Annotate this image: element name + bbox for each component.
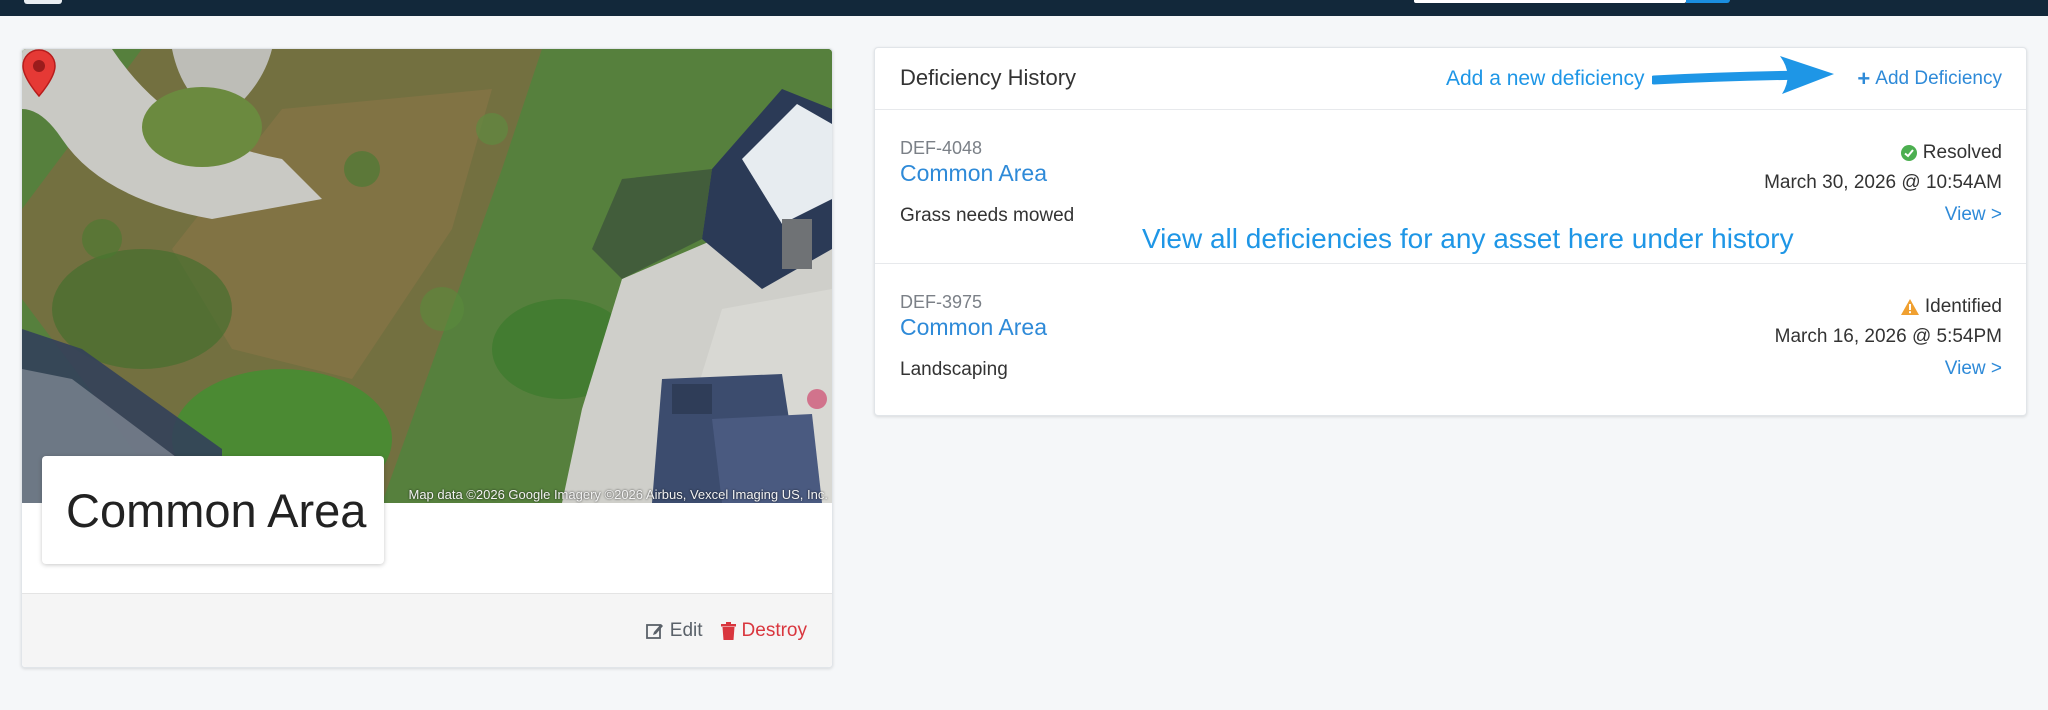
asset-card-footer: Edit Destroy <box>22 593 832 667</box>
edit-label: Edit <box>669 620 703 641</box>
menu-toggle-button[interactable] <box>24 0 62 4</box>
destroy-button[interactable]: Destroy <box>720 620 807 642</box>
status-badge: Identified <box>1900 296 2002 318</box>
status-label: Identified <box>1924 296 2002 317</box>
top-navbar <box>0 0 2048 16</box>
map-marker-icon[interactable] <box>22 49 56 97</box>
status-badge: Resolved <box>1900 142 2002 164</box>
search-input[interactable] <box>1414 0 1686 3</box>
plus-icon: + <box>1857 66 1871 91</box>
search-button[interactable] <box>1686 0 1730 3</box>
satellite-imagery <box>22 49 832 503</box>
asset-actions: Edit Destroy <box>645 620 807 642</box>
annotation-add-text: Add a new deficiency <box>1446 67 1645 90</box>
edit-button[interactable]: Edit <box>645 620 703 642</box>
destroy-label: Destroy <box>741 620 807 641</box>
edit-icon <box>645 624 663 639</box>
trash-icon <box>720 622 736 640</box>
deficiency-date: March 16, 2026 @ 5:54PM <box>1774 326 2002 347</box>
satellite-map[interactable]: Map data ©2026 Google Imagery ©2026 Airb… <box>22 49 832 503</box>
map-attribution: Map data ©2026 Google Imagery ©2026 Airb… <box>408 487 828 502</box>
view-deficiency-link[interactable]: View > <box>1945 358 2002 380</box>
status-label: Resolved <box>1922 142 2002 163</box>
add-deficiency-link[interactable]: + Add Deficiency <box>1857 68 2002 90</box>
deficiency-id: DEF-4048 <box>900 138 983 158</box>
history-title: Deficiency History <box>900 65 1077 90</box>
deficiency-date: March 30, 2026 @ 10:54AM <box>1764 172 2002 193</box>
asset-title: Common Area <box>66 483 367 537</box>
deficiency-row: DEF-3975 Common Area Landscaping Identif… <box>875 264 2026 418</box>
deficiency-asset-link[interactable]: Common Area <box>900 160 1047 187</box>
deficiency-description: Landscaping <box>900 359 1008 380</box>
annotation-arrow-icon <box>1652 56 1834 94</box>
view-deficiency-link[interactable]: View > <box>1945 204 2002 226</box>
deficiency-id: DEF-3975 <box>900 292 983 312</box>
deficiency-description: Grass needs mowed <box>900 205 1075 226</box>
asset-title-box: Common Area <box>42 456 384 564</box>
warning-icon <box>1900 299 1919 315</box>
deficiency-asset-link[interactable]: Common Area <box>900 314 1047 341</box>
annotation-history-text: View all deficiencies for any asset here… <box>1142 223 1794 254</box>
check-circle-icon <box>1900 145 1917 161</box>
asset-card: Map data ©2026 Google Imagery ©2026 Airb… <box>21 48 833 668</box>
add-deficiency-label: Add Deficiency <box>1875 68 2002 89</box>
